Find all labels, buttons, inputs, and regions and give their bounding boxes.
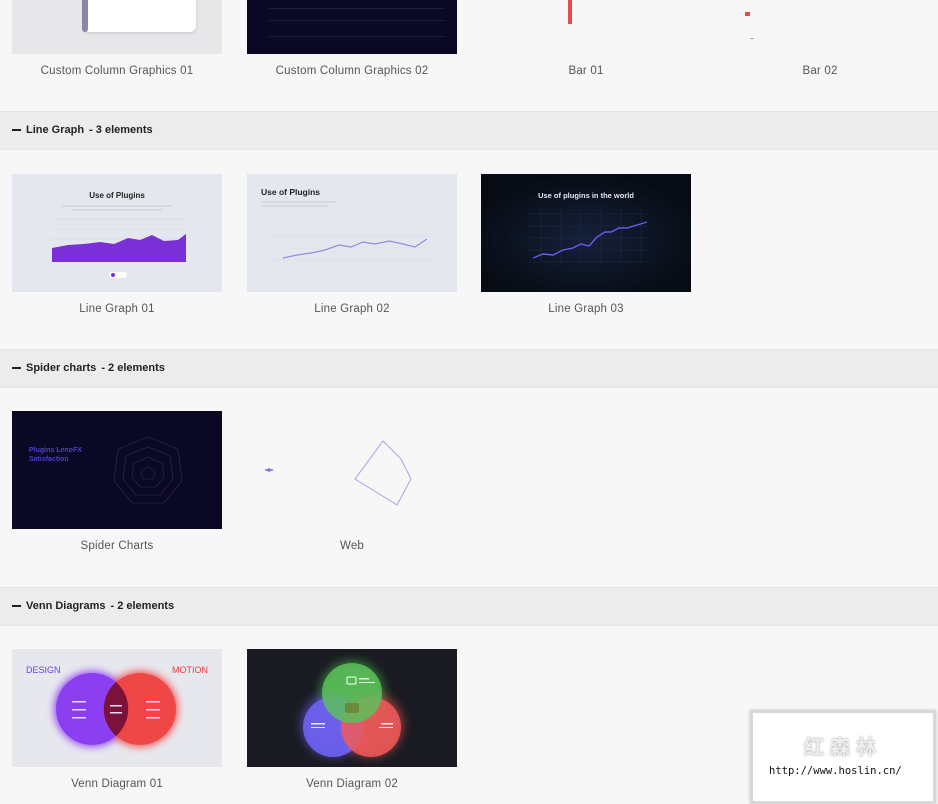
line-graph-03-preview: Use of plugins in the world [481,174,691,292]
collapse-icon[interactable] [12,366,21,370]
thumbnail-bar-02[interactable] [715,0,925,54]
section-title: Spider charts - 2 elements [12,362,165,374]
section-title: Line Graph - 3 elements [12,124,153,136]
thumb-title: Use of plugins in the world [538,191,634,200]
thumbnail-venn-diagram-02[interactable] [247,649,457,767]
section-name: Venn Diagrams [26,600,106,612]
card-caption: Spider Charts [80,540,154,552]
venn-right-label: MOTION [172,665,208,675]
thumbnail-line-graph-03[interactable]: Use of plugins in the world [481,174,691,292]
section-count: - 3 elements [89,124,153,136]
spider-chart-preview: Plugins LenoFX Satisfaction [29,436,183,504]
card-caption: Custom Column Graphics 01 [40,65,194,77]
section-header-spider-charts[interactable]: Spider charts - 2 elements [0,349,938,388]
thumb-subtitle: Satisfaction [29,456,69,463]
card-caption: Line Graph 01 [79,303,155,315]
thumbnail-web[interactable] [247,411,457,529]
top-row: Custom Column Graphics 01 Custom Column … [0,0,938,110]
card-caption: Line Graph 02 [314,303,390,315]
section-header-venn-diagrams[interactable]: Venn Diagrams - 2 elements [0,587,938,626]
card-caption: Bar 02 [802,65,838,77]
thumb-title: Plugins LenoFX [29,447,82,454]
venn-02-preview [301,661,403,757]
line-graph-02-preview: Use of Plugins [261,187,437,261]
card-caption: Venn Diagram 02 [306,778,398,790]
thumbnail-custom-column-01[interactable] [12,0,222,54]
line-graph-01-preview: Use of Plugins [50,191,188,278]
collapse-icon[interactable] [12,604,21,608]
thumbnail-bar-01[interactable] [481,0,691,54]
card-caption: Venn Diagram 01 [71,778,163,790]
section-name: Spider charts [26,362,97,374]
web-chart-preview [265,440,412,506]
watermark-logo-text: 红森林 [804,735,882,759]
section-count: - 2 elements [101,362,165,374]
watermark-url: http://www.hoslin.cn/ [767,765,904,777]
card-caption: Web [339,540,365,552]
venn-left-label: DESIGN [26,665,61,675]
thumbnail-venn-diagram-01[interactable]: DESIGN MOTION [12,649,222,767]
card-caption: Bar 01 [568,65,604,77]
card-caption: Line Graph 03 [548,303,624,315]
card-caption: Custom Column Graphics 02 [275,65,429,77]
collapse-icon[interactable] [12,128,21,132]
venn-01-preview: DESIGN MOTION [26,665,208,747]
section-title: Venn Diagrams - 2 elements [12,600,174,612]
section-name: Line Graph [26,124,85,136]
section-count: - 2 elements [110,600,175,612]
section-header-line-graph[interactable]: Line Graph - 3 elements [0,111,938,150]
thumb-title: Use of Plugins [261,187,320,197]
thumbnail-line-graph-02[interactable]: Use of Plugins [247,174,457,292]
watermark: 红森林 http://www.hoslin.cn/ [750,710,936,804]
thumbnail-custom-column-02[interactable] [247,0,457,54]
thumb-title: Use of Plugins [89,191,145,200]
thumbnail-spider-charts[interactable]: Plugins LenoFX Satisfaction [12,411,222,529]
thumbnail-line-graph-01[interactable]: Use of Plugins [12,174,222,292]
